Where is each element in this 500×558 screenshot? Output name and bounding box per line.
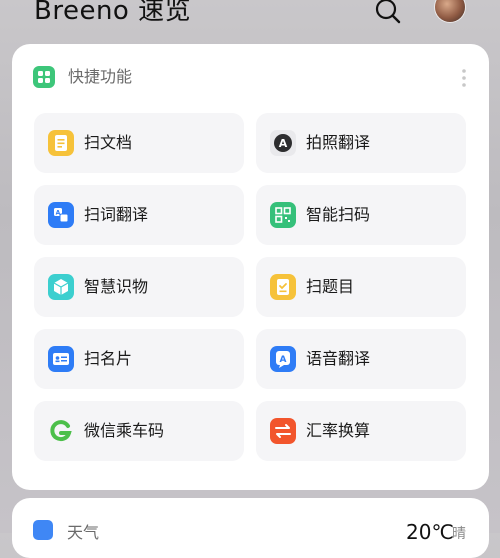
quick-functions-card: 快捷功能 扫文档 A 拍照翻译 A 扫词翻译 智能扫码 智慧识物 扫题目 扫名片…: [12, 44, 489, 490]
tile-label: 汇率换算: [306, 421, 371, 440]
tile-wechat-transit[interactable]: 微信乘车码: [34, 401, 244, 461]
tile-label: 扫词翻译: [84, 205, 149, 224]
weather-app-icon: [33, 520, 53, 540]
tile-label: 拍照翻译: [306, 133, 371, 152]
card-title: 快捷功能: [68, 67, 133, 86]
business-card-icon: [48, 346, 74, 372]
top-bar: Breeno 速览: [0, 0, 500, 40]
document-scan-icon: [48, 130, 74, 156]
tile-word-translate[interactable]: A 扫词翻译: [34, 185, 244, 245]
currency-exchange-icon: [270, 418, 296, 444]
app-title: Breeno 速览: [34, 0, 192, 26]
object-recognition-icon: [48, 274, 74, 300]
qr-scan-icon: [270, 202, 296, 228]
avatar[interactable]: [435, 0, 465, 22]
tile-label: 智慧识物: [84, 277, 149, 296]
tile-document-scan[interactable]: 扫文档: [34, 113, 244, 173]
search-button[interactable]: [374, 0, 404, 26]
weather-title: 天气: [67, 523, 100, 542]
voice-translate-icon: A: [270, 346, 296, 372]
wechat-transit-icon: [48, 418, 74, 444]
tile-qr-scan[interactable]: 智能扫码: [256, 185, 466, 245]
question-scan-icon: [270, 274, 296, 300]
tile-label: 扫题目: [306, 277, 355, 296]
tile-label: 扫文档: [84, 133, 133, 152]
tile-photo-translate[interactable]: A 拍照翻译: [256, 113, 466, 173]
tile-question-scan[interactable]: 扫题目: [256, 257, 466, 317]
more-vertical-icon: [462, 69, 466, 87]
tile-business-card[interactable]: 扫名片: [34, 329, 244, 389]
weather-temperature: 20℃: [406, 520, 454, 544]
word-translate-icon: A: [48, 202, 74, 228]
tile-label: 语音翻译: [306, 349, 371, 368]
tile-label: 智能扫码: [306, 205, 371, 224]
tile-label: 扫名片: [84, 349, 133, 368]
quick-functions-icon: [33, 66, 55, 88]
tile-voice-translate[interactable]: A 语音翻译: [256, 329, 466, 389]
tile-object-recognition[interactable]: 智慧识物: [34, 257, 244, 317]
svg-text:A: A: [56, 210, 61, 217]
tile-currency-exchange[interactable]: 汇率换算: [256, 401, 466, 461]
weather-condition: 晴: [452, 526, 466, 542]
more-options-button[interactable]: [458, 68, 470, 88]
search-icon: [375, 0, 401, 24]
tile-label: 微信乘车码: [84, 421, 165, 440]
weather-card[interactable]: 天气 20℃ 晴: [12, 498, 489, 558]
photo-translate-icon: A: [270, 130, 296, 156]
svg-text:A: A: [279, 137, 288, 150]
svg-text:A: A: [280, 355, 287, 365]
card-header: 快捷功能: [12, 44, 489, 108]
